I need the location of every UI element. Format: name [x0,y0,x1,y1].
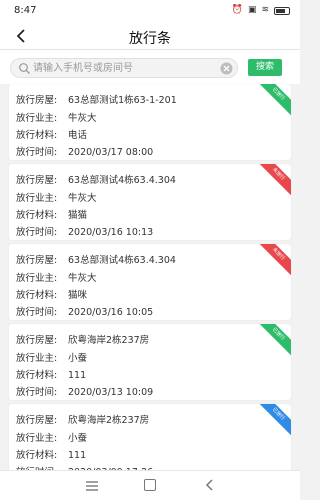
time-label: 放行时间: [16,307,58,318]
material-row: 放行材料: 111 [16,367,86,381]
house-value: 欣粤海岸2栋237房 [68,335,150,346]
house-row: 放行房屋: 欣粤海岸2栋237房 [16,332,149,346]
house-label: 放行房屋: [16,255,58,266]
owner-label: 放行业主: [16,353,58,364]
search-box[interactable] [10,58,238,78]
status-time: 8:47 [14,5,37,16]
status-badge: 未放行 [249,244,291,284]
record-card[interactable]: 未放行 放行房屋: 63总部测试4栋63.4.304 放行业主: 牛灰大 放行材料:… [9,164,291,240]
time-row: 放行时间: 2020/03/16 10:05 [16,304,153,318]
material-label: 放行材料: [16,210,58,221]
material-row: 放行材料: 猫猫 [16,207,87,221]
material-value: 111 [68,370,87,381]
time-value: 2020/03/17 08:00 [68,147,154,158]
time-value: 2020/03/13 10:09 [68,387,154,398]
owner-value: 小蚕 [68,353,88,364]
material-value: 猫猫 [68,210,88,221]
house-label: 放行房屋: [16,95,58,106]
owner-value: 牛灰大 [68,193,97,204]
owner-value: 牛灰大 [68,113,97,124]
time-row: 放行时间: 2020/03/17 08:00 [16,144,153,158]
search-bar: 搜索 [0,50,300,84]
time-row: 放行时间: 2020/03/13 10:09 [16,384,153,398]
house-value: 63总部测试4栋63.4.304 [68,255,176,266]
menu-icon[interactable] [85,480,99,492]
time-label: 放行时间: [16,387,58,398]
house-label: 放行房屋: [16,175,58,186]
house-label: 放行房屋: [16,335,58,346]
owner-value: 小蚕 [68,433,88,444]
owner-value: 牛灰大 [68,273,97,284]
owner-row: 放行业主: 牛灰大 [16,270,97,284]
header: 放行条 [0,22,300,50]
record-card[interactable]: 已放行 放行房屋: 欣粤海岸2栋237房 放行业主: 小蚕 放行材料: 111 放行时… [9,324,291,400]
time-row: 放行时间: 2020/03/16 10:13 [16,224,153,238]
house-row: 放行房屋: 63总部测试4栋63.4.304 [16,172,176,186]
time-value: 2020/03/16 10:05 [68,307,154,318]
owner-row: 放行业主: 牛灰大 [16,190,97,204]
battery-icon [274,6,290,15]
status-icons: ⏰ ▣ ≋ [232,5,290,15]
owner-label: 放行业主: [16,113,58,124]
material-value: 电话 [68,130,88,141]
system-back-icon[interactable] [203,477,217,493]
system-nav-bar [0,470,300,500]
time-label: 放行时间: [16,147,58,158]
house-value: 欣粤海岸2栋237房 [68,415,150,426]
material-value: 111 [68,450,87,461]
clear-icon[interactable] [220,62,233,75]
record-card[interactable]: 已放行 放行房屋:欣粤海岸2栋237房 放行业主:小蚕 放行材料:111 放行时… [9,404,291,480]
owner-row: 放行业主: 牛灰大 [16,110,97,124]
page-title: 放行条 [129,31,171,47]
material-label: 放行材料: [16,290,58,301]
home-icon[interactable] [144,479,156,491]
owner-row: 放行业主: 小蚕 [16,430,87,444]
search-button[interactable]: 搜索 [248,59,282,76]
record-card[interactable]: 未放行 放行房屋: 63总部测试4栋63.4.304 放行业主: 牛灰大 放行材料:… [9,244,291,320]
status-bar: 8:47 ⏰ ▣ ≋ [0,0,300,22]
time-value: 2020/03/16 10:13 [68,227,154,238]
material-row: 放行材料: 电话 [16,127,87,141]
house-row: 放行房屋: 欣粤海岸2栋237房 [16,412,149,426]
search-icon [19,63,30,74]
owner-label: 放行业主: [16,433,58,444]
house-row: 放行房屋: 63总部测试4栋63.4.304 [16,252,176,266]
material-value: 猫咪 [68,290,88,301]
material-row: 放行材料: 猫咪 [16,287,87,301]
wifi-icon: ≋ [261,5,269,15]
time-label: 放行时间: [16,227,58,238]
house-label: 放行房屋: [16,415,58,426]
material-label: 放行材料: [16,450,58,461]
status-badge: 已放行 [249,324,291,364]
record-card[interactable]: 已放行 放行房屋: 63总部测试1栋63-1-201 放行业主: 牛灰大 放行材料:… [9,84,291,160]
material-row: 放行材料: 111 [16,447,86,461]
sim-icon: ▣ [247,5,257,15]
material-label: 放行材料: [16,130,58,141]
owner-label: 放行业主: [16,273,58,284]
house-value: 63总部测试1栋63-1-201 [68,95,177,106]
status-badge: 未放行 [249,164,291,204]
house-row: 放行房屋: 63总部测试1栋63-1-201 [16,92,177,106]
alarm-icon: ⏰ [231,5,243,15]
owner-row: 放行业主: 小蚕 [16,350,87,364]
owner-label: 放行业主: [16,193,58,204]
material-label: 放行材料: [16,370,58,381]
status-badge: 已放行 [249,404,291,444]
house-value: 63总部测试4栋63.4.304 [68,175,176,186]
search-input[interactable] [33,61,213,76]
status-badge: 已放行 [249,84,291,124]
